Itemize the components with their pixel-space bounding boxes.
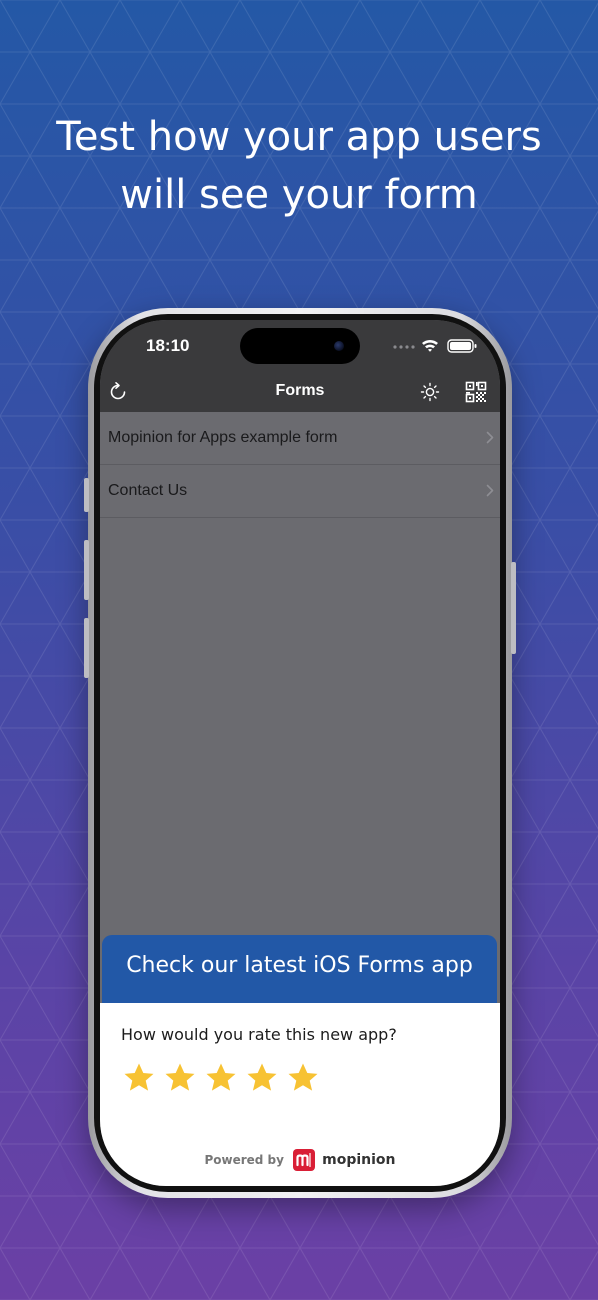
- status-bar: 18:10: [100, 320, 500, 372]
- feedback-popup-title: Check our latest iOS Forms app: [126, 953, 473, 978]
- signal-dots-icon: [393, 345, 415, 349]
- headline-line-1: Test how your app users: [56, 114, 542, 160]
- dynamic-island: [240, 328, 360, 364]
- forms-list: Mopinion for Apps example form Contact U…: [100, 412, 500, 518]
- powered-by: Powered by mopinion: [100, 1149, 500, 1171]
- volume-down-button: [84, 618, 89, 678]
- powered-by-text: Powered by: [204, 1153, 284, 1167]
- power-button: [511, 562, 516, 654]
- battery-icon: [447, 339, 477, 353]
- star-rating: [122, 1061, 322, 1095]
- headline: Test how your app users will see your fo…: [0, 108, 598, 224]
- brand-name: mopinion: [322, 1152, 396, 1168]
- status-icons: [393, 339, 477, 353]
- star-icon-2[interactable]: [163, 1061, 197, 1095]
- list-item[interactable]: Mopinion for Apps example form: [100, 412, 500, 465]
- mopinion-logo-icon: [293, 1149, 316, 1171]
- feedback-popup-header: Check our latest iOS Forms app: [102, 935, 497, 1003]
- headline-line-2: will see your form: [120, 172, 478, 218]
- star-icon-3[interactable]: [204, 1061, 238, 1095]
- phone-screen: 18:10 Forms Mopinion for Apps example fo…: [100, 320, 500, 1186]
- rating-question: How would you rate this new app?: [121, 1025, 397, 1044]
- status-time: 18:10: [146, 336, 190, 355]
- action-button: [84, 478, 89, 512]
- wifi-icon: [422, 339, 438, 352]
- chevron-right-icon: [486, 431, 494, 444]
- list-item-label: Mopinion for Apps example form: [108, 429, 338, 446]
- camera-icon: [334, 341, 344, 351]
- star-icon-5[interactable]: [286, 1061, 320, 1095]
- volume-up-button: [84, 540, 89, 600]
- chevron-right-icon: [486, 484, 494, 497]
- star-icon-1[interactable]: [122, 1061, 156, 1095]
- list-item-label: Contact Us: [108, 482, 188, 499]
- list-item[interactable]: Contact Us: [100, 465, 500, 518]
- nav-bar: Forms: [100, 372, 500, 412]
- feedback-popup-body: How would you rate this new app? Powered…: [100, 1003, 500, 1186]
- star-icon-4[interactable]: [245, 1061, 279, 1095]
- qr-code-icon[interactable]: [464, 380, 488, 404]
- brightness-icon[interactable]: [418, 380, 442, 404]
